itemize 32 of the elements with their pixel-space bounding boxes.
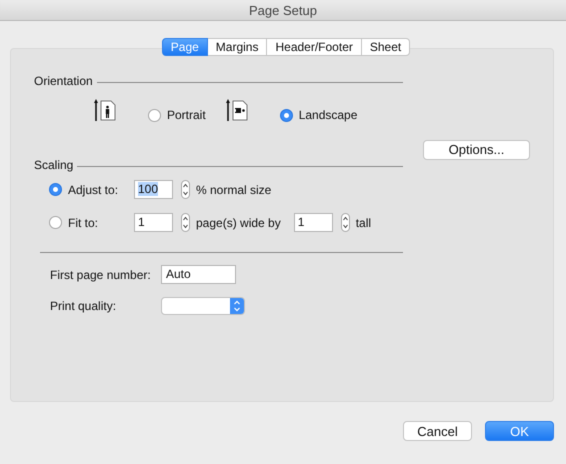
radio-label[interactable]: Portrait [167, 108, 206, 122]
section-title: Scaling [34, 158, 74, 172]
tab[interactable]: Margins [208, 38, 268, 56]
text-field[interactable]: Auto [161, 265, 236, 284]
number-field[interactable]: 1 [294, 213, 333, 232]
field-label: Print quality: [50, 298, 118, 312]
window-title: Page Setup [249, 2, 317, 18]
stepper-icon[interactable] [181, 180, 190, 199]
dialog-button[interactable]: Cancel [403, 421, 472, 441]
section-title: Orientation [34, 74, 93, 88]
radio-button[interactable] [49, 216, 62, 229]
portrait-page-icon [92, 99, 118, 121]
tab[interactable]: Sheet [362, 38, 410, 56]
stepper-icon[interactable] [181, 213, 190, 232]
number-field[interactable]: 100 [134, 180, 173, 199]
number-field[interactable]: 1 [134, 213, 173, 232]
field-label: First page number: [50, 268, 152, 282]
options-button[interactable]: Options... [423, 140, 530, 160]
unit-label: % normal size [196, 182, 272, 196]
radio-button[interactable] [148, 108, 161, 122]
radio-button[interactable] [280, 108, 293, 122]
chevron-updown-icon [230, 298, 244, 314]
dropdown[interactable] [161, 296, 245, 314]
unit-label: page(s) wide by [196, 216, 281, 230]
tab[interactable]: Header/Footer [267, 38, 362, 56]
landscape-page-icon [224, 99, 250, 121]
radio-label[interactable]: Fit to: [68, 216, 98, 230]
stepper-icon[interactable] [340, 213, 350, 232]
radio-button[interactable] [49, 183, 62, 196]
radio-label[interactable]: Adjust to: [68, 182, 118, 196]
radio-label[interactable]: Landscape [298, 108, 358, 122]
unit-label: tall [356, 216, 372, 230]
